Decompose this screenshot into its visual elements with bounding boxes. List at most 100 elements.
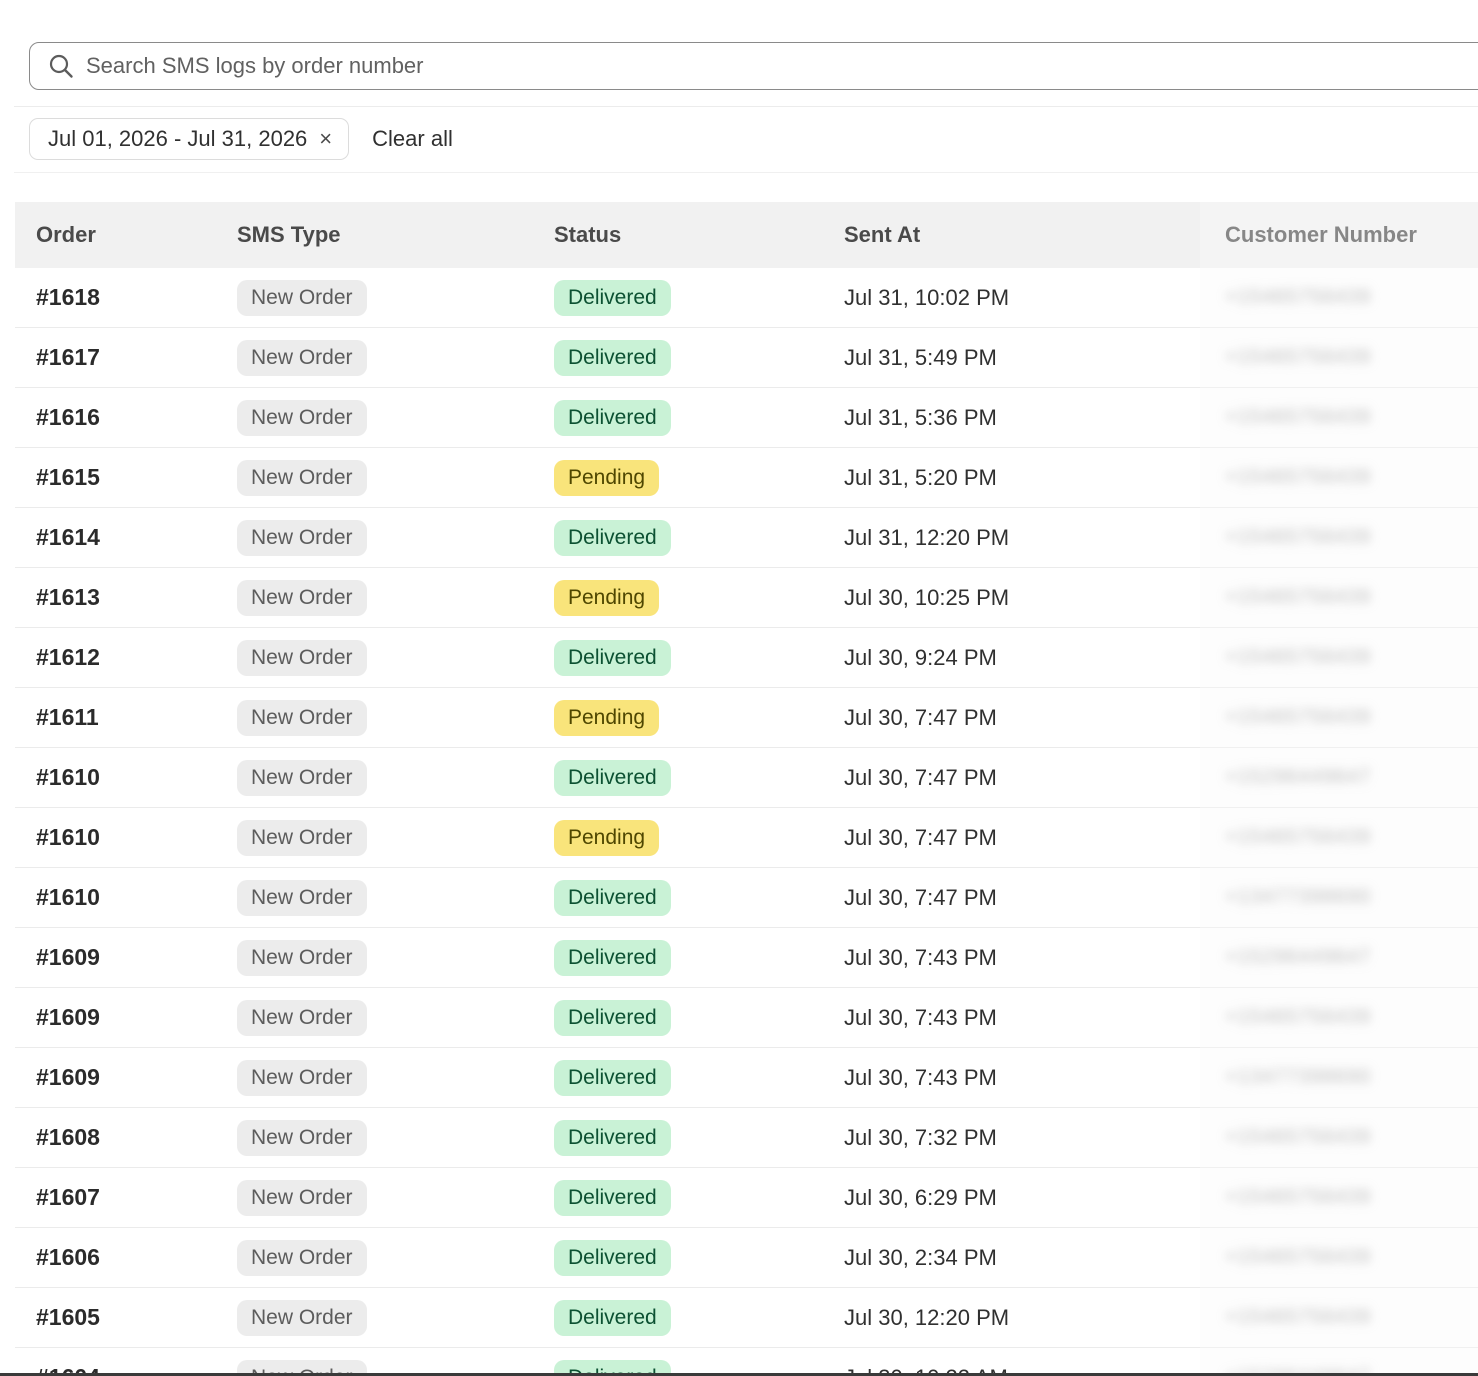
column-header-order[interactable]: Order bbox=[36, 222, 96, 248]
table-row[interactable]: #1617 New Order Delivered Jul 31, 5:49 P… bbox=[15, 328, 1478, 388]
column-header-customer-number[interactable]: Customer Number bbox=[1225, 222, 1417, 248]
sent-at-cell: Jul 30, 7:47 PM bbox=[844, 748, 997, 807]
customer-number-cell: +15465756439 bbox=[1225, 448, 1371, 507]
status-cell: Delivered bbox=[554, 928, 671, 987]
sent-at-timestamp: Jul 31, 5:36 PM bbox=[844, 404, 997, 430]
order-number[interactable]: #1617 bbox=[36, 344, 100, 371]
customer-number-cell: +15465756439 bbox=[1225, 1108, 1371, 1167]
customer-number-cell: +15296449647 bbox=[1225, 748, 1371, 807]
status-badge: Pending bbox=[554, 579, 660, 616]
table-row[interactable]: #1608 New Order Delivered Jul 30, 7:32 P… bbox=[15, 1108, 1478, 1168]
customer-number-redacted: +15465756439 bbox=[1225, 1126, 1372, 1148]
order-number[interactable]: #1616 bbox=[36, 404, 100, 431]
sent-at-timestamp: Jul 30, 7:47 PM bbox=[844, 824, 997, 850]
sms-type-badge: New Order bbox=[237, 339, 367, 376]
table-row[interactable]: #1604 New Order Delivered Jul 30, 10:22 … bbox=[15, 1348, 1478, 1376]
customer-number-redacted: +15465756439 bbox=[1225, 466, 1372, 488]
sms-type-badge: New Order bbox=[237, 579, 367, 616]
status-badge: Delivered bbox=[554, 519, 671, 556]
status-cell: Pending bbox=[554, 448, 660, 507]
search-bar[interactable] bbox=[29, 42, 1478, 90]
sent-at-timestamp: Jul 30, 12:20 PM bbox=[844, 1304, 1010, 1330]
order-number[interactable]: #1615 bbox=[36, 464, 100, 491]
customer-number-redacted: +15296449647 bbox=[1225, 766, 1372, 788]
sms-type-badge: New Order bbox=[237, 639, 367, 676]
search-input[interactable] bbox=[86, 53, 1478, 79]
sms-type-cell: New Order bbox=[237, 688, 367, 747]
order-number[interactable]: #1608 bbox=[36, 1124, 100, 1151]
table-row[interactable]: #1609 New Order Delivered Jul 30, 7:43 P… bbox=[15, 988, 1478, 1048]
date-range-filter-chip[interactable]: Jul 01, 2026 - Jul 31, 2026 × bbox=[29, 118, 350, 160]
sent-at-cell: Jul 31, 12:20 PM bbox=[844, 508, 1009, 567]
order-number[interactable]: #1609 bbox=[36, 944, 100, 971]
order-cell: #1609 bbox=[36, 1048, 100, 1107]
table-row[interactable]: #1613 New Order Pending Jul 30, 10:25 PM… bbox=[15, 568, 1478, 628]
sent-at-timestamp: Jul 30, 7:43 PM bbox=[844, 1064, 997, 1090]
customer-number-redacted: +15465756439 bbox=[1225, 406, 1372, 428]
status-cell: Pending bbox=[554, 568, 660, 627]
column-header-sent-at[interactable]: Sent At bbox=[844, 222, 920, 248]
order-cell: #1611 bbox=[36, 688, 99, 747]
order-cell: #1617 bbox=[36, 328, 100, 387]
status-badge: Delivered bbox=[554, 1179, 671, 1216]
table-row[interactable]: #1610 New Order Delivered Jul 30, 7:47 P… bbox=[15, 748, 1478, 808]
order-number[interactable]: #1609 bbox=[36, 1064, 100, 1091]
sent-at-cell: Jul 30, 7:43 PM bbox=[844, 1048, 997, 1107]
status-cell: Delivered bbox=[554, 748, 671, 807]
customer-number-redacted: +15465756439 bbox=[1225, 706, 1372, 728]
status-cell: Delivered bbox=[554, 1228, 671, 1287]
order-number[interactable]: #1610 bbox=[36, 824, 100, 851]
table-row[interactable]: #1610 New Order Pending Jul 30, 7:47 PM … bbox=[15, 808, 1478, 868]
order-cell: #1607 bbox=[36, 1168, 100, 1227]
order-cell: #1608 bbox=[36, 1108, 100, 1167]
status-badge: Delivered bbox=[554, 759, 671, 796]
table-row[interactable]: #1605 New Order Delivered Jul 30, 12:20 … bbox=[15, 1288, 1478, 1348]
sms-type-badge: New Order bbox=[237, 1239, 367, 1276]
order-number[interactable]: #1610 bbox=[36, 884, 100, 911]
status-badge: Delivered bbox=[554, 399, 671, 436]
table-row[interactable]: #1610 New Order Delivered Jul 30, 7:47 P… bbox=[15, 868, 1478, 928]
customer-number-redacted: +15296449647 bbox=[1225, 946, 1372, 968]
sent-at-cell: Jul 30, 7:47 PM bbox=[844, 688, 997, 747]
order-number[interactable]: #1605 bbox=[36, 1304, 100, 1331]
sms-type-badge: New Order bbox=[237, 999, 367, 1036]
order-number[interactable]: #1612 bbox=[36, 644, 100, 671]
sms-type-cell: New Order bbox=[237, 748, 367, 807]
order-number[interactable]: #1609 bbox=[36, 1004, 100, 1031]
table-row[interactable]: #1612 New Order Delivered Jul 30, 9:24 P… bbox=[15, 628, 1478, 688]
table-row[interactable]: #1606 New Order Delivered Jul 30, 2:34 P… bbox=[15, 1228, 1478, 1288]
sms-type-cell: New Order bbox=[237, 388, 367, 447]
order-number[interactable]: #1607 bbox=[36, 1184, 100, 1211]
sent-at-timestamp: Jul 30, 7:47 PM bbox=[844, 764, 997, 790]
table-row[interactable]: #1614 New Order Delivered Jul 31, 12:20 … bbox=[15, 508, 1478, 568]
status-badge: Pending bbox=[554, 699, 660, 736]
order-number[interactable]: #1618 bbox=[36, 284, 100, 311]
column-header-status[interactable]: Status bbox=[554, 222, 621, 248]
table-row[interactable]: #1615 New Order Pending Jul 31, 5:20 PM … bbox=[15, 448, 1478, 508]
customer-number-cell: +15465756439 bbox=[1225, 628, 1371, 687]
sent-at-timestamp: Jul 31, 5:20 PM bbox=[844, 464, 997, 490]
sms-type-cell: New Order bbox=[237, 268, 367, 327]
sms-type-cell: New Order bbox=[237, 988, 367, 1047]
table-row[interactable]: #1618 New Order Delivered Jul 31, 10:02 … bbox=[15, 268, 1478, 328]
table-row[interactable]: #1607 New Order Delivered Jul 30, 6:29 P… bbox=[15, 1168, 1478, 1228]
order-number[interactable]: #1614 bbox=[36, 524, 100, 551]
order-number[interactable]: #1611 bbox=[36, 704, 99, 731]
sms-type-cell: New Order bbox=[237, 1108, 367, 1167]
status-cell: Delivered bbox=[554, 1048, 671, 1107]
order-cell: #1609 bbox=[36, 988, 100, 1047]
table-row[interactable]: #1616 New Order Delivered Jul 31, 5:36 P… bbox=[15, 388, 1478, 448]
clear-all-button[interactable]: Clear all bbox=[372, 126, 453, 152]
sent-at-timestamp: Jul 30, 6:29 PM bbox=[844, 1184, 997, 1210]
close-icon[interactable]: × bbox=[319, 126, 332, 152]
column-header-sms-type[interactable]: SMS Type bbox=[237, 222, 341, 248]
sms-type-badge: New Order bbox=[237, 879, 367, 916]
table-row[interactable]: #1611 New Order Pending Jul 30, 7:47 PM … bbox=[15, 688, 1478, 748]
order-number[interactable]: #1613 bbox=[36, 584, 100, 611]
table-row[interactable]: #1609 New Order Delivered Jul 30, 7:43 P… bbox=[15, 1048, 1478, 1108]
order-number[interactable]: #1610 bbox=[36, 764, 100, 791]
sent-at-cell: Jul 30, 2:34 PM bbox=[844, 1228, 997, 1287]
table-row[interactable]: #1609 New Order Delivered Jul 30, 7:43 P… bbox=[15, 928, 1478, 988]
sent-at-timestamp: Jul 31, 10:02 PM bbox=[844, 284, 1010, 310]
order-number[interactable]: #1606 bbox=[36, 1244, 100, 1271]
